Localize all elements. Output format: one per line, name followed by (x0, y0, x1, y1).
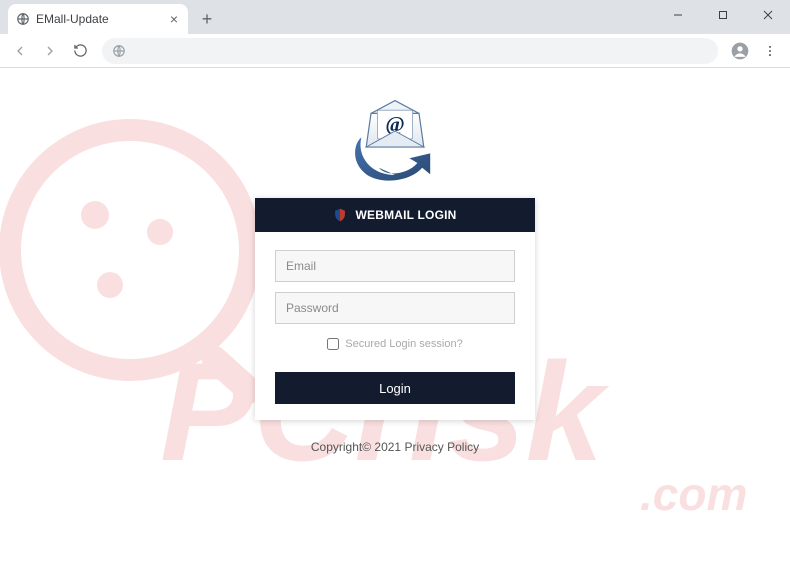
globe-icon (16, 12, 30, 26)
forward-button[interactable] (36, 37, 64, 65)
secured-session-label: Secured Login session? (345, 338, 462, 350)
secured-session-row[interactable]: Secured Login session? (275, 338, 515, 350)
close-window-button[interactable] (745, 0, 790, 30)
footer-copyright: Copyright© 2021 Privacy Policy (311, 440, 479, 454)
new-tab-button[interactable]: + (194, 6, 220, 32)
reload-button[interactable] (66, 37, 94, 65)
page-content: @ WEBMAIL LOGIN Secured Login session? L… (0, 68, 790, 562)
browser-tab[interactable]: EMall-Update × (8, 4, 188, 34)
minimize-button[interactable] (655, 0, 700, 30)
back-button[interactable] (6, 37, 34, 65)
profile-button[interactable] (726, 37, 754, 65)
address-bar[interactable] (102, 38, 718, 64)
card-body: Secured Login session? Login (255, 232, 535, 420)
password-input[interactable] (275, 292, 515, 324)
mail-icon: @ (347, 98, 443, 188)
shield-icon (333, 208, 347, 222)
title-bar: EMall-Update × + (0, 0, 790, 34)
kebab-menu-icon[interactable] (756, 37, 784, 65)
login-button[interactable]: Login (275, 372, 515, 404)
tab-title: EMall-Update (36, 12, 168, 26)
browser-toolbar (0, 34, 790, 68)
address-input[interactable] (133, 43, 710, 58)
card-header: WEBMAIL LOGIN (255, 198, 535, 232)
email-input[interactable] (275, 250, 515, 282)
login-card: WEBMAIL LOGIN Secured Login session? Log… (255, 198, 535, 420)
tab-close-icon[interactable]: × (168, 11, 180, 27)
site-info-icon[interactable] (110, 42, 127, 60)
card-title: WEBMAIL LOGIN (355, 208, 456, 222)
maximize-button[interactable] (700, 0, 745, 30)
window-controls (655, 0, 790, 34)
secured-session-checkbox[interactable] (327, 338, 339, 350)
